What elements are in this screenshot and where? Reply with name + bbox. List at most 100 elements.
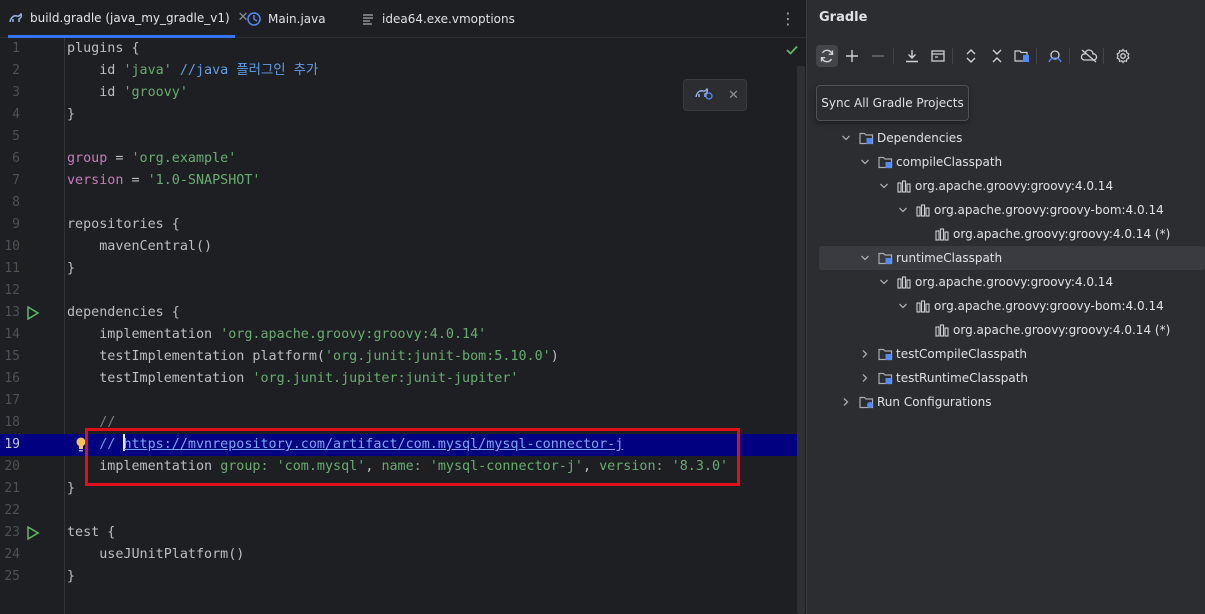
expand-all-icon[interactable]	[960, 45, 982, 67]
code-line[interactable]: 18 //	[0, 412, 797, 434]
code-line[interactable]: 15 testImplementation platform('org.juni…	[0, 346, 797, 368]
line-number[interactable]: 4	[0, 104, 20, 126]
code-line[interactable]: 13 dependencies {	[0, 302, 797, 324]
line-number[interactable]: 13	[0, 302, 20, 324]
code-line[interactable]: 3 id 'groovy'	[0, 82, 797, 104]
tree-node[interactable]: runtimeClasspath	[819, 246, 1205, 270]
code-line[interactable]: 17	[0, 390, 797, 412]
line-number[interactable]: 24	[0, 544, 20, 566]
collapse-all-icon[interactable]	[986, 45, 1008, 67]
line-number[interactable]: 15	[0, 346, 20, 368]
code-line[interactable]: 16 testImplementation 'org.junit.jupiter…	[0, 368, 797, 390]
chevron-down-icon[interactable]	[878, 276, 890, 288]
code-line[interactable]: 24 useJUnitPlatform()	[0, 544, 797, 566]
cloud-off-icon[interactable]	[1078, 45, 1100, 67]
line-number[interactable]: 10	[0, 236, 20, 258]
line-number[interactable]: 18	[0, 412, 20, 434]
tree-node[interactable]: org.apache.groovy:groovy-bom:4.0.14	[807, 294, 1205, 318]
code-line[interactable]: 25}	[0, 566, 797, 588]
line-number[interactable]: 21	[0, 478, 20, 500]
chevron-down-icon[interactable]	[878, 180, 890, 192]
tree-node[interactable]: org.apache.groovy:groovy:4.0.14 (*)	[807, 318, 1205, 342]
line-number[interactable]: 7	[0, 170, 20, 192]
line-number[interactable]: 9	[0, 214, 20, 236]
line-number[interactable]: 20	[0, 456, 20, 478]
line-number[interactable]: 8	[0, 192, 20, 214]
tree-node[interactable]: compileClasspath	[807, 150, 1205, 174]
settings-icon[interactable]	[1112, 45, 1134, 67]
tab-vmoptions[interactable]: idea64.exe.vmoptions	[360, 0, 515, 38]
tab-main-java[interactable]: Main.java	[246, 0, 326, 38]
line-number[interactable]: 14	[0, 324, 20, 346]
line-number[interactable]: 5	[0, 126, 20, 148]
code-line[interactable]: 2 id 'java' //java 플러그인 추가	[0, 60, 797, 82]
code-line[interactable]: 14 implementation 'org.apache.groovy:gro…	[0, 324, 797, 346]
line-number[interactable]: 1	[0, 38, 20, 60]
chevron-down-icon[interactable]	[859, 252, 871, 264]
code-token: 'org.apache.groovy:groovy:4.0.14'	[220, 327, 487, 342]
line-number[interactable]: 22	[0, 500, 20, 522]
editor-scrollbar[interactable]	[797, 66, 805, 614]
tree-node[interactable]: org.apache.groovy:groovy:4.0.14 (*)	[807, 222, 1205, 246]
close-icon[interactable]: ✕	[728, 88, 739, 103]
code-line[interactable]: 7 version = '1.0-SNAPSHOT'	[0, 170, 797, 192]
chevron-down-icon[interactable]	[859, 156, 871, 168]
code-line[interactable]: 6 group = 'org.example'	[0, 148, 797, 170]
tree-node-label: testCompileClasspath	[896, 347, 1027, 361]
tree-node[interactable]: org.apache.groovy:groovy:4.0.14	[807, 270, 1205, 294]
tree-node[interactable]: org.apache.groovy:groovy-bom:4.0.14	[807, 198, 1205, 222]
code-line[interactable]: 1 plugins {	[0, 38, 797, 60]
toggle-offline-icon[interactable]	[1044, 45, 1066, 67]
code-line[interactable]: 22	[0, 500, 797, 522]
code-link[interactable]: https://mvnrepository.com/artifact/com.m…	[123, 437, 623, 452]
chevron-right-icon[interactable]	[859, 372, 871, 384]
code-line[interactable]: 9 repositories {	[0, 214, 797, 236]
code-line[interactable]: 23 test {	[0, 522, 797, 544]
plus-icon[interactable]	[841, 45, 863, 67]
build-scripts-icon[interactable]	[927, 45, 949, 67]
line-number[interactable]: 16	[0, 368, 20, 390]
line-number[interactable]: 23	[0, 522, 20, 544]
gradle-reload-popup[interactable]: ✕	[683, 79, 747, 111]
gradle-sync-icon[interactable]	[694, 85, 714, 105]
minus-icon[interactable]	[867, 45, 889, 67]
line-number[interactable]: 11	[0, 258, 20, 280]
tree-node[interactable]: testRuntimeClasspath	[807, 366, 1205, 390]
line-number[interactable]: 6	[0, 148, 20, 170]
chevron-down-icon[interactable]	[897, 300, 909, 312]
chevron-right-icon[interactable]	[859, 348, 871, 360]
download-icon[interactable]	[901, 45, 923, 67]
code-line[interactable]: 4}	[0, 104, 797, 126]
line-number[interactable]: 25	[0, 566, 20, 588]
line-number[interactable]: 2	[0, 60, 20, 82]
tab-build-gradle[interactable]: build.gradle (java_my_gradle_v1) ✕	[8, 0, 249, 38]
chevron-right-icon[interactable]	[840, 396, 852, 408]
chevron-down-icon[interactable]	[897, 204, 909, 216]
tree-node[interactable]: testCompileClasspath	[807, 342, 1205, 366]
line-number[interactable]: 19	[0, 434, 20, 456]
dependency-analyzer-icon[interactable]	[1011, 45, 1033, 67]
code-line[interactable]: 20 implementation group: 'com.mysql', na…	[0, 456, 797, 478]
code-line[interactable]: 5	[0, 126, 797, 148]
line-number[interactable]: 17	[0, 390, 20, 412]
run-gutter-icon[interactable]	[26, 525, 40, 541]
editor-pane[interactable]: build.gradle (java_my_gradle_v1) ✕ Main.…	[0, 0, 806, 614]
tree-node[interactable]: org.apache.groovy:groovy:4.0.14	[807, 174, 1205, 198]
code-line[interactable]: 11}	[0, 258, 797, 280]
tree-node[interactable]: Run Configurations	[807, 390, 1205, 414]
line-number[interactable]: 12	[0, 280, 20, 302]
code-line[interactable]: 21}	[0, 478, 797, 500]
code-text: test {	[67, 522, 115, 544]
code-line[interactable]: 19 // https://mvnrepository.com/artifact…	[0, 434, 797, 456]
run-gutter-icon[interactable]	[26, 305, 40, 321]
code-token: version	[67, 173, 124, 188]
sync-icon[interactable]	[816, 45, 838, 67]
line-number[interactable]: 3	[0, 82, 20, 104]
more-options-icon[interactable]: ⋮	[778, 9, 798, 28]
chevron-down-icon[interactable]	[840, 132, 852, 144]
code-line[interactable]: 10 mavenCentral()	[0, 236, 797, 258]
code-line[interactable]: 8	[0, 192, 797, 214]
code-line[interactable]: 12	[0, 280, 797, 302]
tree-node[interactable]: Dependencies	[807, 126, 1205, 150]
